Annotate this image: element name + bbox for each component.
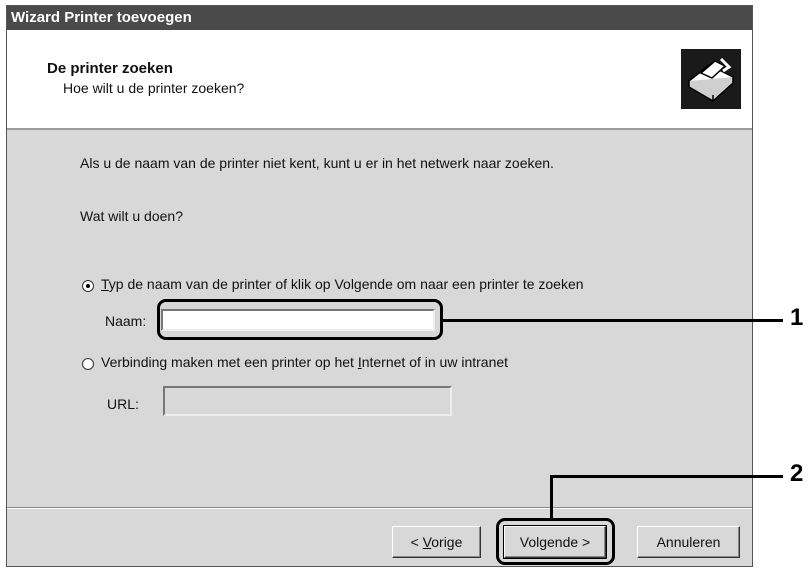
name-field-label: Naam: bbox=[105, 313, 147, 329]
radio-type-name[interactable] bbox=[82, 280, 94, 292]
radio-internet[interactable] bbox=[82, 358, 94, 370]
callout-1-highlight bbox=[157, 299, 443, 340]
header-subtitle: Hoe wilt u de printer zoeken? bbox=[63, 80, 245, 96]
header-title: De printer zoeken bbox=[47, 60, 173, 77]
callout-2-number: 2 bbox=[790, 460, 804, 487]
callout-2-vertical-line bbox=[550, 475, 553, 518]
url-input[interactable] bbox=[163, 386, 452, 416]
callout-2-horizontal-line bbox=[550, 475, 783, 478]
intro-text: Als u de naam van de printer niet kent, … bbox=[80, 155, 554, 171]
option-internet-label[interactable]: Verbinding maken met een printer op het … bbox=[101, 354, 508, 370]
button-separator bbox=[7, 507, 752, 509]
option-type-name-label[interactable]: Typ de naam van de printer of klik op Vo… bbox=[101, 276, 584, 292]
callout-2-highlight bbox=[496, 518, 615, 565]
question-text: Wat wilt u doen? bbox=[80, 208, 183, 224]
url-field-label: URL: bbox=[107, 396, 139, 412]
cancel-button[interactable]: Annuleren bbox=[637, 526, 740, 558]
title-bar: Wizard Printer toevoegen bbox=[7, 6, 752, 30]
wizard-header: De printer zoeken Hoe wilt u de printer … bbox=[7, 30, 752, 130]
callout-1-number: 1 bbox=[790, 304, 804, 331]
callout-1-line bbox=[442, 319, 783, 322]
add-printer-wizard-dialog: Wizard Printer toevoegen De printer zoek… bbox=[6, 5, 753, 567]
printer-wizard-icon bbox=[681, 49, 741, 109]
back-button[interactable]: < Vorige bbox=[392, 526, 481, 558]
